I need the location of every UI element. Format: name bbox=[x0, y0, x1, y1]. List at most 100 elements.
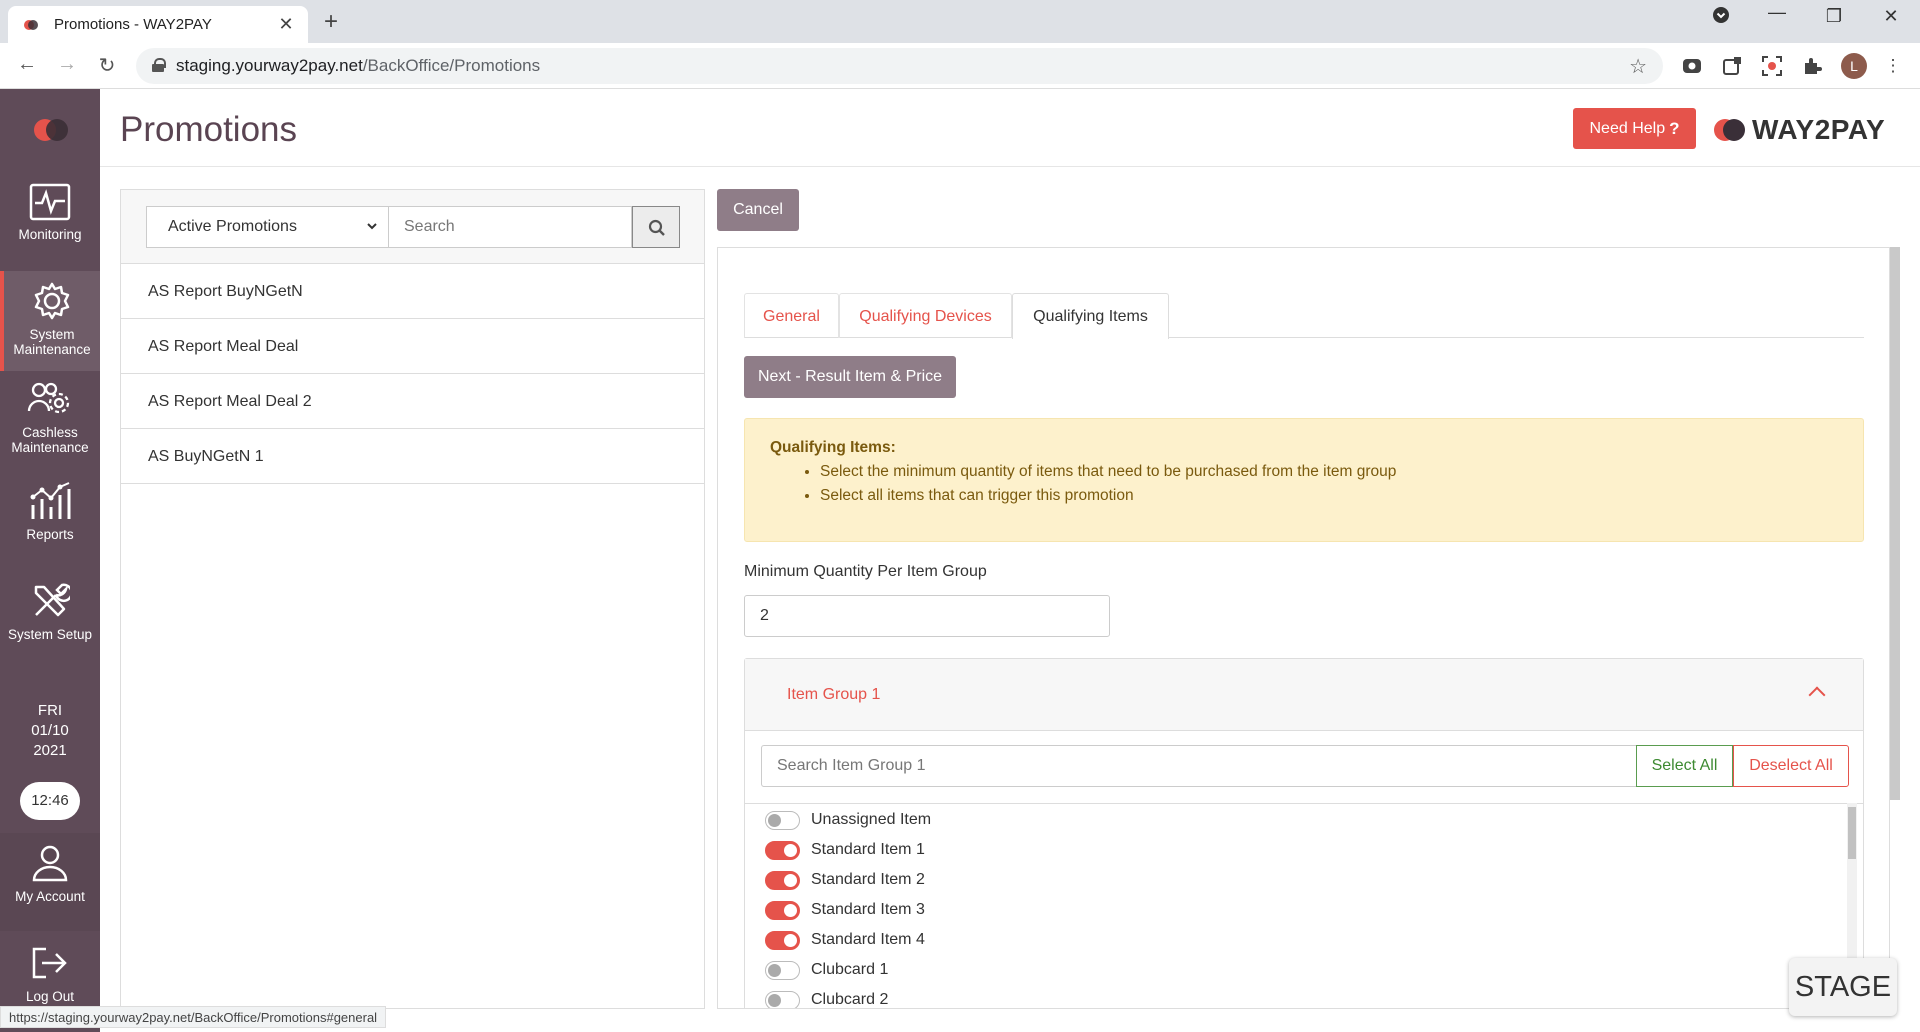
toggle-switch[interactable] bbox=[765, 900, 800, 920]
item-group-title: Item Group 1 bbox=[787, 686, 881, 703]
editor-scrollbar[interactable] bbox=[1890, 247, 1900, 800]
question-icon: ? bbox=[1669, 118, 1680, 138]
need-help-label: Need Help bbox=[1589, 119, 1666, 137]
item-label: Clubcard 2 bbox=[811, 991, 889, 1008]
sidebar-item-label: Reports bbox=[26, 527, 74, 542]
sidebar-item-label: System Setup bbox=[7, 627, 93, 642]
way2pay-favicon-icon bbox=[24, 17, 40, 33]
header-divider bbox=[100, 166, 1920, 167]
restore-window-icon[interactable]: ❐ bbox=[1819, 6, 1849, 27]
extensions-puzzle-icon[interactable] bbox=[1801, 56, 1823, 78]
way2pay-logo-icon[interactable] bbox=[34, 119, 68, 141]
search-button[interactable] bbox=[632, 206, 680, 248]
url-path: /BackOffice/Promotions bbox=[362, 56, 541, 75]
sidebar-item-label-2: Maintenance bbox=[11, 440, 89, 455]
browser-tab[interactable]: Promotions - WAY2PAY ✕ bbox=[8, 6, 308, 43]
browser-tab-title: Promotions - WAY2PAY bbox=[54, 16, 212, 33]
sidebar-day: FRI bbox=[37, 702, 63, 719]
promotion-list-item[interactable]: AS Report Meal Deal 2 bbox=[121, 374, 704, 429]
bookmark-star-icon[interactable]: ☆ bbox=[1629, 54, 1647, 79]
browser-menu-icon[interactable]: ⋮ bbox=[1882, 56, 1904, 78]
promotions-filter-bar: Active Promotions Search bbox=[121, 190, 704, 264]
reload-icon[interactable]: ↻ bbox=[94, 53, 120, 78]
sidebar-item-label-2: Maintenance bbox=[13, 342, 91, 357]
item-label: Standard Item 2 bbox=[811, 871, 925, 888]
sidebar-item-label: System bbox=[29, 327, 75, 342]
tab-qualifying-devices[interactable]: Qualifying Devices bbox=[839, 293, 1012, 338]
forward-icon[interactable]: → bbox=[54, 53, 80, 76]
toggle-switch[interactable] bbox=[765, 810, 800, 830]
item-toggle-row[interactable]: Standard Item 4 bbox=[765, 928, 925, 952]
item-toggle-row[interactable]: Standard Item 2 bbox=[765, 868, 925, 892]
sidebar-item-monitoring[interactable]: Monitoring bbox=[0, 173, 100, 271]
way2pay-logo-icon bbox=[1714, 119, 1746, 141]
brand: WAY2PAY bbox=[1714, 114, 1885, 146]
monitoring-icon bbox=[29, 183, 71, 221]
extension-capture-icon[interactable] bbox=[1761, 56, 1783, 78]
chevron-down-icon bbox=[366, 207, 378, 247]
extension-puzzle-card-icon[interactable] bbox=[1721, 56, 1743, 78]
promotion-status-value: Active Promotions bbox=[168, 218, 297, 235]
min-quantity-input[interactable]: 2 bbox=[744, 595, 1110, 637]
deselect-all-button[interactable]: Deselect All bbox=[1733, 745, 1849, 787]
item-group-search-input[interactable]: Search Item Group 1 bbox=[761, 745, 1636, 787]
users-gear-icon bbox=[27, 382, 70, 414]
sidebar-item-cashless-maintenance[interactable]: Cashless Maintenance bbox=[0, 371, 100, 469]
toggle-switch[interactable] bbox=[765, 960, 800, 980]
lock-icon bbox=[152, 58, 166, 72]
item-toggle-row[interactable]: Unassigned Item bbox=[765, 808, 931, 832]
promotion-status-select[interactable]: Active Promotions bbox=[146, 206, 389, 248]
address-bar[interactable]: staging.yourway2pay.net/BackOffice/Promo… bbox=[136, 48, 1663, 84]
sidebar-item-my-account[interactable]: My Account bbox=[0, 833, 100, 931]
sidebar-date-value: 01/10 bbox=[31, 722, 69, 739]
item-group-header[interactable]: Item Group 1 bbox=[745, 659, 1863, 731]
promotion-list-item[interactable]: AS BuyNGetN 1 bbox=[121, 429, 704, 484]
qualifying-items-info: Qualifying Items: Select the minimum qua… bbox=[744, 418, 1864, 542]
select-all-button[interactable]: Select All bbox=[1636, 745, 1733, 787]
back-icon[interactable]: ← bbox=[14, 53, 40, 76]
extension-record-icon[interactable] bbox=[1681, 56, 1703, 78]
sidebar-item-system-maintenance[interactable]: System Maintenance bbox=[0, 271, 100, 371]
sidebar-item-label: Cashless bbox=[22, 425, 78, 440]
gear-icon bbox=[34, 282, 70, 320]
editor-tabs: General Qualifying Devices Qualifying It… bbox=[744, 293, 1864, 339]
chevron-up-icon[interactable] bbox=[1808, 686, 1826, 704]
link-status-bar: https://staging.yourway2pay.net/BackOffi… bbox=[0, 1006, 387, 1028]
sidebar-item-reports[interactable]: Reports bbox=[0, 471, 100, 569]
promotion-list-item[interactable]: AS Report BuyNGetN bbox=[121, 264, 704, 319]
cancel-button[interactable]: Cancel bbox=[717, 189, 799, 231]
next-result-item-price-button[interactable]: Next - Result Item & Price bbox=[744, 356, 956, 398]
sidebar-item-label: Log Out bbox=[25, 989, 75, 1004]
close-tab-icon[interactable]: ✕ bbox=[276, 14, 296, 35]
item-toggle-row[interactable]: Clubcard 1 bbox=[765, 958, 888, 982]
url-host: staging.yourway2pay.net bbox=[176, 56, 363, 75]
brand-name: WAY2PAY bbox=[1752, 114, 1886, 145]
item-toggle-row[interactable]: Clubcard 2 bbox=[765, 988, 889, 1008]
info-point: Select the minimum quantity of items tha… bbox=[820, 460, 1838, 484]
item-toggle-row[interactable]: Standard Item 3 bbox=[765, 898, 925, 922]
toggle-switch[interactable] bbox=[765, 870, 800, 890]
sidebar-item-label: Monitoring bbox=[18, 227, 82, 242]
promotion-list-item[interactable]: AS Report Meal Deal bbox=[121, 319, 704, 374]
item-group-card: Item Group 1 Search Item Group 1 Select … bbox=[744, 658, 1864, 1008]
tools-icon bbox=[34, 583, 70, 617]
minimize-window-icon[interactable]: — bbox=[1762, 2, 1792, 23]
sidebar-item-system-setup[interactable]: System Setup bbox=[0, 571, 100, 669]
profile-avatar[interactable]: L bbox=[1841, 53, 1867, 79]
sidebar-clock: 12:46 bbox=[20, 782, 80, 820]
toggle-switch[interactable] bbox=[765, 840, 800, 860]
toggle-switch[interactable] bbox=[765, 930, 800, 950]
close-window-icon[interactable]: ✕ bbox=[1876, 6, 1906, 27]
item-label: Unassigned Item bbox=[811, 811, 932, 828]
info-point: Select all items that can trigger this p… bbox=[820, 484, 1838, 508]
need-help-button[interactable]: Need Help ? bbox=[1573, 108, 1696, 149]
promotion-search-input[interactable]: Search bbox=[389, 206, 632, 248]
toggle-switch[interactable] bbox=[765, 990, 800, 1008]
tab-search-icon[interactable] bbox=[1706, 6, 1736, 29]
tab-qualifying-items[interactable]: Qualifying Items bbox=[1012, 293, 1169, 339]
item-label: Standard Item 3 bbox=[811, 901, 925, 918]
item-toggle-row[interactable]: Standard Item 1 bbox=[765, 838, 925, 862]
tab-general[interactable]: General bbox=[744, 293, 839, 338]
sidebar-year: 2021 bbox=[33, 742, 67, 759]
new-tab-icon[interactable]: + bbox=[324, 8, 338, 36]
